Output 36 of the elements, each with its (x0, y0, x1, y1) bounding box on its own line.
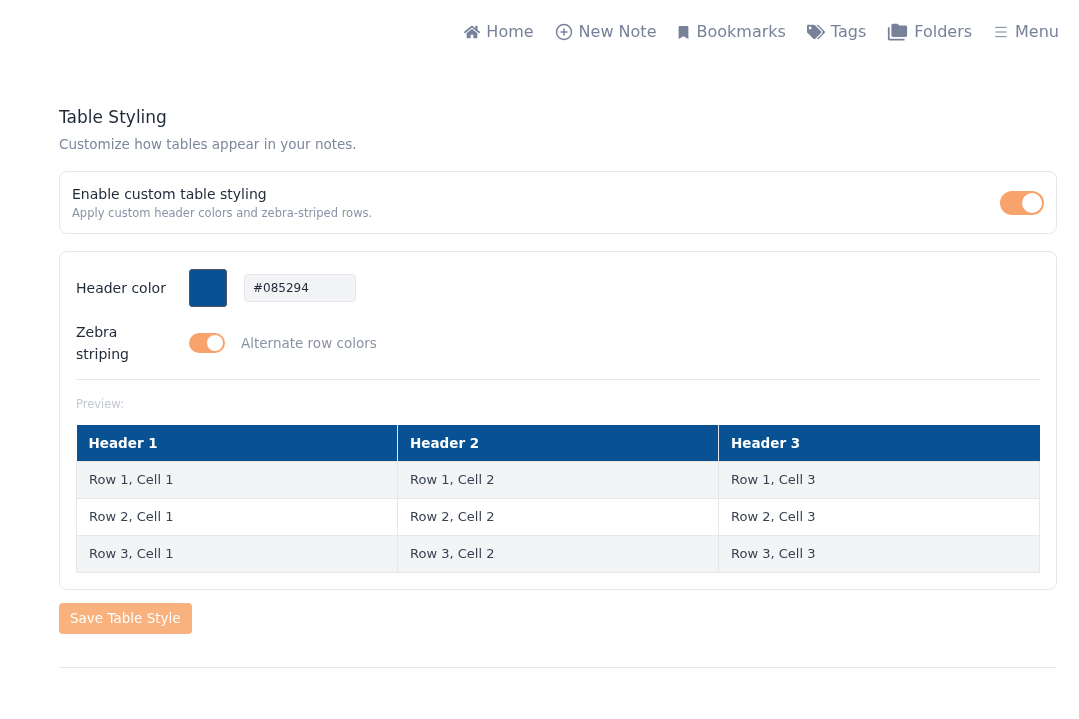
nav-link[interactable]: Bookmarks (677, 20, 786, 44)
nav-link[interactable]: Tags (806, 20, 867, 44)
setting-label: Header color (76, 279, 167, 298)
table-cell: Row 1, Cell 2 (397, 461, 719, 498)
bookmark-icon (677, 25, 691, 39)
table-cell: Row 3, Cell 2 (397, 535, 719, 572)
section-title: Table Styling (59, 106, 168, 128)
color-swatch[interactable] (189, 269, 227, 307)
nav-link[interactable]: Home (464, 20, 534, 44)
nav-link[interactable]: Folders (887, 20, 973, 44)
table-cell: Row 2, Cell 2 (397, 498, 719, 535)
folders-icon (887, 21, 909, 43)
preview-label: Preview: (76, 396, 125, 412)
home-icon (464, 24, 481, 40)
setting-title: Enable custom table styling (72, 185, 268, 204)
toggle-switch[interactable] (1000, 191, 1044, 215)
menu-icon (993, 24, 1010, 40)
table-header-cell: Header 2 (397, 425, 719, 461)
table-cell: Row 3, Cell 1 (76, 535, 398, 572)
setting-hint: Alternate row colors (241, 334, 377, 353)
table-cell: Row 1, Cell 1 (76, 461, 398, 498)
tags-icon (806, 23, 825, 41)
hex-input-field[interactable]: #085294 (244, 274, 356, 302)
table-cell: Row 3, Cell 3 (718, 535, 1040, 572)
table-cell: Row 2, Cell 1 (76, 498, 398, 535)
table-cell: Row 1, Cell 3 (718, 461, 1040, 498)
table-header-cell: Header 3 (718, 425, 1040, 461)
toggle-switch[interactable] (189, 333, 225, 353)
plus-circle-icon (554, 23, 573, 41)
nav-link[interactable]: Menu (993, 20, 1059, 44)
setting-label: Zebra striping (76, 323, 130, 364)
table-header-cell: Header 1 (76, 425, 398, 461)
setting-description: Apply custom header colors and zebra-striped rows. (72, 205, 373, 222)
table-cell: Row 2, Cell 3 (718, 498, 1040, 535)
nav-link[interactable]: New Note (554, 20, 657, 44)
section-subtitle: Customize how tables appear in your notes. (59, 135, 358, 154)
